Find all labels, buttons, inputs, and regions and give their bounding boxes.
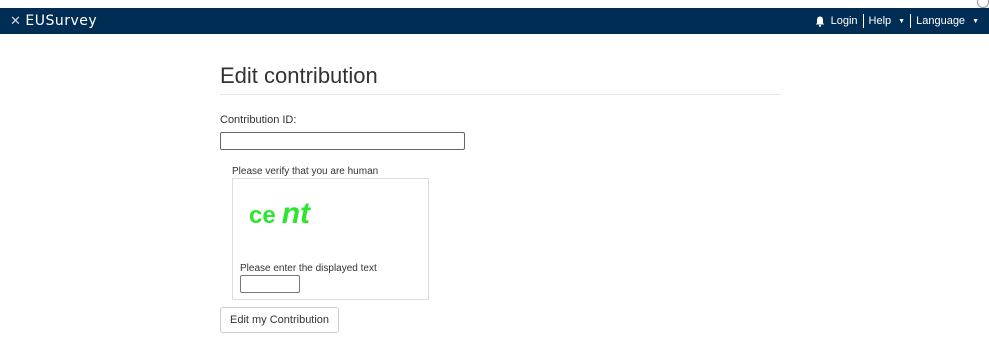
captcha-text-part2: nt — [281, 197, 311, 230]
edit-contribution-button[interactable]: Edit my Contribution — [220, 307, 340, 333]
login-link[interactable]: Login — [815, 15, 858, 27]
page-title: Edit contribution — [220, 63, 378, 88]
help-menu[interactable]: Help ▼ — [869, 15, 906, 27]
browser-top-strip — [0, 0, 989, 8]
chevron-down-icon: ▼ — [972, 17, 979, 25]
language-menu[interactable]: Language ▼ — [916, 15, 979, 27]
nav-menu: Login Help ▼ Language ▼ — [815, 11, 979, 31]
login-label: Login — [830, 15, 858, 27]
contribution-id-label: Contribution ID: — [220, 114, 297, 126]
captcha-prompt: Please verify that you are human — [232, 166, 379, 177]
scroll-indicator-icon — [977, 0, 989, 8]
help-label: Help — [868, 15, 892, 27]
captcha-panel: ce nt Please enter the displayed text — [232, 178, 429, 300]
brand-logo[interactable]: ✕ EUSurvey — [10, 11, 97, 31]
title-divider — [220, 94, 781, 95]
nav-divider — [862, 14, 864, 28]
nav-divider — [910, 14, 912, 28]
eusurvey-star-icon: ✕ — [10, 13, 22, 29]
bell-icon — [815, 16, 824, 27]
language-label: Language — [916, 15, 966, 27]
captcha-text-part1: ce — [249, 202, 276, 229]
chevron-down-icon: ▼ — [898, 17, 906, 25]
captcha-input[interactable] — [240, 275, 300, 293]
top-navbar: ✕ EUSurvey Login Help ▼ Language ▼ — [0, 8, 989, 34]
contribution-id-input[interactable] — [220, 132, 465, 150]
captcha-image: ce nt — [249, 197, 310, 231]
brand-name: EUSurvey — [25, 13, 98, 29]
captcha-input-label: Please enter the displayed text — [240, 263, 377, 274]
